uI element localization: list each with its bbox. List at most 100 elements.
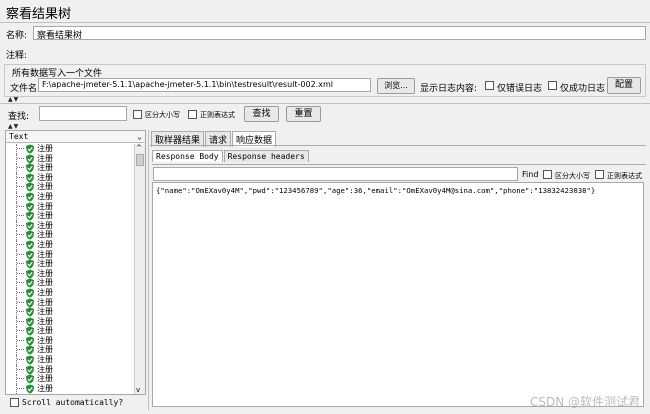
success-shield-icon	[26, 355, 34, 365]
tree-item-label: 注册	[37, 239, 53, 249]
regex-checkbox[interactable]	[188, 110, 197, 119]
tree-item[interactable]: 注册	[6, 335, 134, 346]
tree-item-label: 注册	[37, 287, 53, 297]
tree-item[interactable]: 注册	[6, 278, 134, 289]
tree-item[interactable]: 注册	[6, 153, 134, 164]
tree-item[interactable]: 注册	[6, 239, 134, 250]
tree-line	[16, 249, 17, 260]
tree-item-label: 注册	[37, 259, 53, 269]
tree-item[interactable]: 注册	[6, 259, 134, 270]
tree-item[interactable]: 注册	[6, 144, 134, 154]
response-body-text[interactable]: {"name":"OmEXav0y4M","pwd":"123456789","…	[152, 182, 644, 407]
tree-item[interactable]: 注册	[6, 249, 134, 260]
tree-line	[16, 239, 17, 250]
results-tree[interactable]: 注册 注册 注册 注册 注册 注册 注册 注册 注册 注册 注册 注册 注册 注册 注册 注册 注册 注册 注册 注册…	[6, 144, 134, 394]
tree-branch	[17, 263, 24, 265]
tree-line	[16, 172, 17, 183]
name-input[interactable]: 察看结果树	[33, 26, 646, 40]
scroll-auto-checkbox[interactable]	[10, 398, 19, 407]
comment-input[interactable]	[33, 45, 646, 59]
renderer-select[interactable]: Text ⌄	[6, 131, 145, 143]
tree-line	[16, 259, 17, 270]
scrollbar-thumb[interactable]	[136, 154, 144, 166]
tree-item[interactable]: 注册	[6, 345, 134, 356]
case-sensitive-label: 区分大小写	[145, 111, 180, 119]
success-shield-icon	[26, 163, 34, 173]
tree-branch	[17, 311, 24, 313]
tree-item[interactable]: 注册	[6, 297, 134, 308]
response-regex-checkbox[interactable]	[595, 170, 604, 179]
case-sensitive-checkbox[interactable]	[133, 110, 142, 119]
find-button[interactable]: 查找	[244, 106, 279, 122]
tree-item[interactable]: 注册	[6, 316, 134, 327]
errors-only-checkbox[interactable]	[485, 81, 494, 90]
watermark: CSDN @软件测试君	[529, 395, 640, 409]
tree-line	[16, 345, 17, 356]
tree-branch	[17, 243, 24, 245]
tree-branch	[17, 349, 24, 351]
tree-item[interactable]: 注册	[6, 268, 134, 279]
tree-item[interactable]: 注册	[6, 364, 134, 375]
tree-item[interactable]: 注册	[6, 230, 134, 241]
tree-branch	[17, 234, 24, 236]
response-subtabs: Response Body Response headers	[152, 150, 309, 162]
tree-item[interactable]: 注册	[6, 172, 134, 183]
tree-line	[16, 335, 17, 346]
tree-branch	[17, 157, 24, 159]
tree-item[interactable]: 注册	[6, 374, 134, 385]
tree-line	[16, 220, 17, 231]
tree-item[interactable]: 注册	[6, 201, 134, 212]
tree-item-label: 注册	[37, 345, 53, 355]
tree-item[interactable]: 注册	[6, 326, 134, 337]
success-shield-icon	[26, 182, 34, 192]
tree-line	[16, 364, 17, 375]
browse-button[interactable]: 浏览...	[377, 78, 415, 94]
tree-item[interactable]: 注册	[6, 287, 134, 298]
tree-branch	[17, 339, 24, 341]
success-shield-icon	[26, 250, 34, 260]
tree-line	[16, 182, 17, 193]
tree-item[interactable]: 注册	[6, 355, 134, 366]
tree-branch	[17, 148, 24, 149]
tree-item[interactable]: 注册	[6, 211, 134, 222]
subtab-response-headers[interactable]: Response headers	[223, 150, 309, 162]
tree-item[interactable]: 注册	[6, 383, 134, 394]
reset-button[interactable]: 重置	[286, 106, 321, 122]
response-case-checkbox[interactable]	[543, 170, 552, 179]
success-only-checkbox[interactable]	[548, 81, 557, 90]
success-shield-icon	[26, 230, 34, 240]
success-shield-icon	[26, 154, 34, 164]
config-button[interactable]: 配置	[607, 77, 641, 94]
splitter-handle-2[interactable]: ▲▼	[8, 123, 19, 130]
response-find-input[interactable]	[153, 167, 518, 181]
tree-branch	[17, 167, 24, 169]
subtab-response-body[interactable]: Response Body	[152, 150, 223, 162]
scroll-down-icon[interactable]: v	[136, 386, 140, 394]
tree-item[interactable]: 注册	[6, 191, 134, 202]
tree-line	[16, 307, 17, 318]
search-input[interactable]	[39, 106, 127, 121]
tree-line	[16, 278, 17, 289]
scroll-up-icon[interactable]: ^	[136, 144, 142, 152]
success-shield-icon	[26, 384, 34, 394]
errors-only-label: 仅错误日志	[497, 84, 543, 94]
tree-item[interactable]: 注册	[6, 163, 134, 174]
splitter-handle[interactable]: ▲▼	[8, 96, 19, 103]
tree-item[interactable]: 注册	[6, 182, 134, 193]
tree-item-label: 注册	[37, 326, 53, 336]
tree-item[interactable]: 注册	[6, 307, 134, 318]
tree-item[interactable]: 注册	[6, 220, 134, 231]
tree-line	[16, 268, 17, 279]
success-shield-icon	[26, 240, 34, 250]
response-case-label: 区分大小写	[555, 172, 590, 180]
tree-scrollbar[interactable]: ^ v	[134, 144, 145, 394]
tree-branch	[17, 301, 24, 303]
success-shield-icon	[26, 374, 34, 384]
chevron-down-icon: ⌄	[137, 132, 142, 141]
tree-item-label: 注册	[37, 230, 53, 240]
file-name-input[interactable]: F:\apache-jmeter-5.1.1\apache-jmeter-5.1…	[38, 78, 371, 92]
success-shield-icon	[26, 307, 34, 317]
results-tree-panel: Text ⌄ 注册 注册 注册 注册 注册 注册 注册 注册 注册 注册 注册 注册 注册 注册 注册 注册注…	[5, 130, 146, 395]
success-shield-icon	[26, 202, 34, 212]
tree-line	[16, 230, 17, 241]
